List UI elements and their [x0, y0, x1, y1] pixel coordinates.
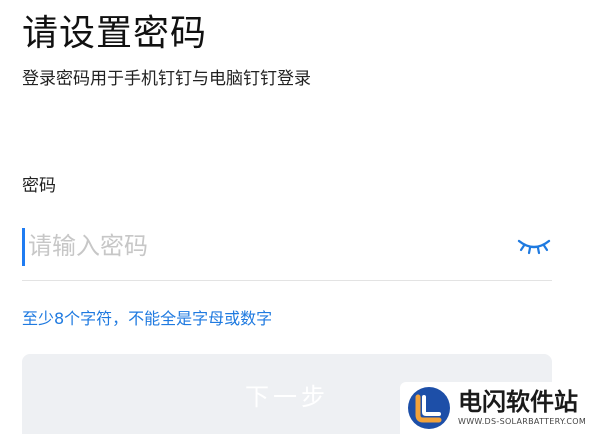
password-label: 密码 [22, 176, 56, 196]
eye-closed-icon[interactable] [516, 234, 552, 258]
watermark: 电闪软件站 WWW.DS-SOLARBATTERY.COM [400, 382, 600, 434]
watermark-text: 电闪软件站 WWW.DS-SOLARBATTERY.COM [458, 388, 586, 428]
page-subtitle: 登录密码用于手机钉钉与电脑钉钉登录 [22, 69, 311, 89]
watermark-url: WWW.DS-SOLARBATTERY.COM [458, 417, 587, 426]
password-input[interactable] [28, 224, 498, 268]
page-title: 请设置密码 [22, 13, 208, 54]
text-caret [22, 228, 25, 266]
password-hint: 至少8个字符，不能全是字母或数字 [22, 309, 273, 328]
password-input-row [22, 220, 552, 281]
watermark-name: 电闪软件站 [458, 388, 578, 416]
site-logo-icon [408, 387, 450, 429]
